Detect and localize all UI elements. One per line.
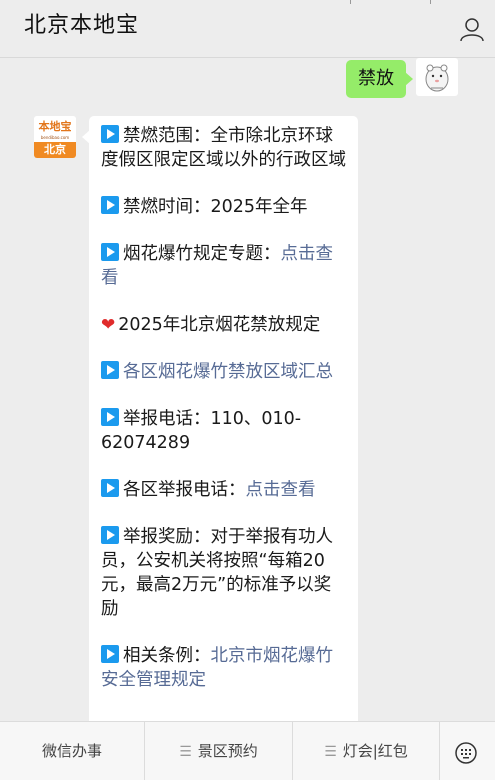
info-rules-2025: ❤ 2025年北京烟花禁放规定 bbox=[101, 315, 321, 335]
bot-avatar-logo: 本地宝 bendibao.com bbox=[34, 116, 76, 142]
play-icon bbox=[101, 526, 119, 544]
play-icon bbox=[101, 361, 119, 379]
info-topic: 烟花爆竹规定专题：点击查看 bbox=[101, 243, 333, 288]
hamster-icon bbox=[425, 64, 449, 92]
user-message-text: 禁放 bbox=[358, 68, 394, 89]
bot-avatar[interactable]: 本地宝 bendibao.com 北京 bbox=[34, 116, 76, 158]
info-ban-range: 禁燃范围：全市除北京环球度假区限定区域以外的行政区域 bbox=[101, 125, 346, 170]
user-message-bubble[interactable]: 禁放 bbox=[346, 60, 413, 98]
play-icon bbox=[101, 479, 119, 497]
district-phone-link[interactable]: 点击查看 bbox=[246, 480, 316, 500]
top-bar: 北京本地宝 bbox=[0, 0, 495, 58]
profile-icon[interactable] bbox=[459, 16, 485, 42]
bot-message-bubble: 禁燃范围：全市除北京环球度假区限定区域以外的行政区域 禁燃时间：2025年全年 … bbox=[82, 116, 358, 721]
heart-icon: ❤ bbox=[101, 315, 116, 335]
district-summary-link[interactable]: 各区烟花爆竹禁放区域汇总 bbox=[123, 362, 333, 382]
play-icon bbox=[101, 645, 119, 663]
divider bbox=[430, 0, 431, 4]
divider bbox=[350, 0, 351, 4]
bottom-menu-bar: 微信办事 ☰ 景区预约 ☰ 灯会|红包 bbox=[0, 721, 495, 780]
user-avatar[interactable] bbox=[416, 58, 458, 96]
bot-avatar-city: 北京 bbox=[34, 142, 76, 158]
menu-icon: ☰ bbox=[179, 744, 192, 760]
divider bbox=[439, 722, 440, 780]
keyboard-icon[interactable] bbox=[455, 742, 477, 764]
play-icon bbox=[101, 196, 119, 214]
menu-icon: ☰ bbox=[324, 744, 337, 760]
info-ban-time: 禁燃时间：2025年全年 bbox=[101, 195, 348, 219]
chat-title: 北京本地宝 bbox=[24, 13, 140, 38]
info-district-phone: 各区举报电话：点击查看 bbox=[101, 478, 348, 502]
play-icon bbox=[101, 125, 119, 143]
play-icon bbox=[101, 243, 119, 261]
tab-scenic-reservation[interactable]: ☰ 景区预约 bbox=[145, 722, 292, 780]
info-district-summary: 各区烟花爆竹禁放区域汇总 bbox=[101, 360, 348, 384]
tab-wechat-services[interactable]: 微信办事 bbox=[0, 722, 144, 780]
tab-lantern-redpacket[interactable]: ☰ 灯会|红包 bbox=[293, 722, 439, 780]
chat-area[interactable]: 禁放 本地宝 bendibao.com 北京 禁燃范围：全市除北京环球度假区限定… bbox=[0, 58, 495, 721]
info-report-phone: 举报电话：110、010-62074289 bbox=[101, 408, 302, 453]
info-regulation: 相关条例：北京市烟花爆竹安全管理规定 bbox=[101, 645, 333, 690]
play-icon bbox=[101, 408, 119, 426]
info-reward: 举报奖励：对于举报有功人员，公安机关将按照“每箱20元，最高2万元”的标准予以奖… bbox=[101, 526, 333, 619]
